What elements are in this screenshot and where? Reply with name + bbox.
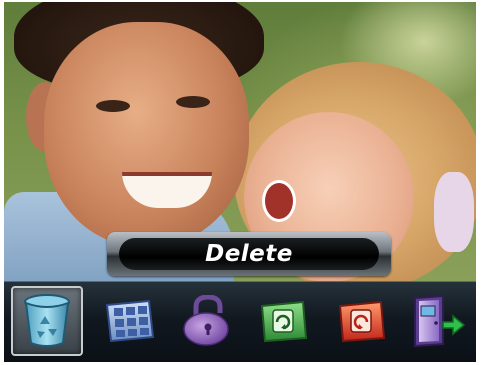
- protect-button[interactable]: [176, 290, 236, 352]
- exit-button[interactable]: [408, 290, 468, 352]
- playback-toolbar: [4, 281, 476, 362]
- exit-icon: [409, 292, 467, 350]
- rotate-alt-button[interactable]: [332, 290, 392, 352]
- mode-label-inner: Delete: [119, 238, 379, 270]
- rotate-photo-icon: [259, 298, 309, 344]
- trash-icon: [21, 293, 73, 349]
- delete-button[interactable]: [11, 286, 83, 356]
- camera-screen: Delete: [4, 2, 476, 362]
- grid-thumbnails-icon: [103, 299, 155, 343]
- photo-man-face: [44, 22, 249, 247]
- photo-man-eye-right: [176, 96, 210, 108]
- rotate-photo-red-icon: [337, 298, 387, 344]
- lock-icon: [182, 295, 230, 347]
- mode-label-bar: Delete: [107, 232, 391, 276]
- mode-label: Delete: [205, 241, 293, 267]
- rotate-button[interactable]: [254, 290, 314, 352]
- photo-man-eye-left: [96, 100, 130, 112]
- thumbnail-view-button[interactable]: [99, 290, 159, 352]
- photo-girl-mouth: [262, 180, 296, 222]
- photo-bow: [434, 172, 474, 252]
